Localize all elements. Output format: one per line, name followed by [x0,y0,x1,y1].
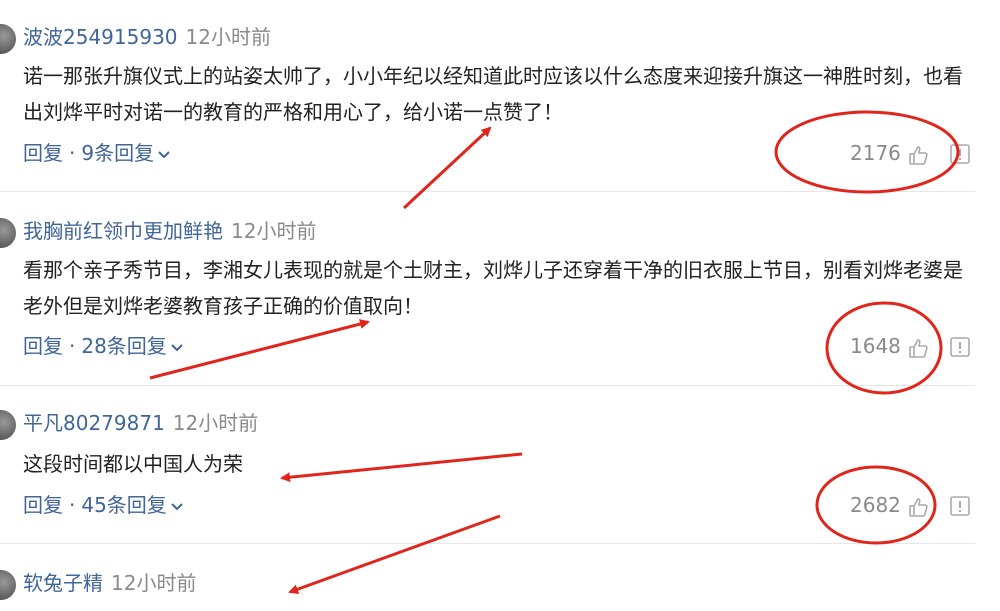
comment-text: 看那个亲子秀节目，李湘女儿表现的就是个土财主，刘烨儿子还穿着干净的旧衣服上节目，… [23,258,963,318]
view-replies-button[interactable]: 28条回复 [81,334,183,358]
thumbs-up-icon [909,145,928,165]
view-replies-button[interactable]: 45条回复 [81,493,183,517]
chevron-down-icon [171,502,183,510]
separator-dot: · [69,334,76,358]
avatar[interactable] [0,410,16,440]
avatar[interactable] [0,218,16,248]
separator-dot: · [69,493,76,517]
annotation-arrow [402,126,492,210]
separator-dot: · [69,141,76,165]
comment-text: 这段时间都以中国人为荣 [23,452,243,476]
timestamp: 12小时前 [231,219,317,243]
report-icon[interactable] [948,494,972,518]
chevron-down-icon [171,343,183,351]
reply-button[interactable]: 回复 [23,493,63,517]
replies-count: 45条回复 [81,493,167,517]
like-count: 2176 [850,141,901,165]
divider [0,191,975,192]
like-count: 2682 [850,493,901,517]
replies-count: 9条回复 [81,141,155,165]
thumbs-up-icon [909,338,928,358]
reply-button[interactable]: 回复 [23,141,63,165]
like-count: 1648 [850,334,901,358]
chevron-down-icon [158,150,170,158]
like-button[interactable]: 2682 [850,490,929,520]
like-button[interactable]: 1648 [850,331,929,361]
timestamp: 12小时前 [172,411,259,435]
avatar[interactable] [0,24,16,54]
username[interactable]: 我胸前红领巾更加鲜艳 [23,219,223,243]
replies-count: 28条回复 [81,334,167,358]
annotation-arrow [288,514,501,594]
avatar[interactable] [0,570,16,600]
report-icon[interactable] [948,335,972,359]
divider [0,543,975,544]
username[interactable]: 平凡80279871 [23,411,165,435]
username[interactable]: 软兔子精 [23,571,103,595]
timestamp: 12小时前 [185,25,271,49]
reply-button[interactable]: 回复 [23,334,63,358]
username[interactable]: 波波254915930 [23,25,178,49]
view-replies-button[interactable]: 9条回复 [81,141,170,165]
comment-text: 诺一那张升旗仪式上的站姿太帅了，小小年纪以经知道此时应该以什么态度来迎接升旗这一… [23,64,963,124]
report-icon[interactable] [948,142,972,166]
divider [0,385,975,386]
like-button[interactable]: 2176 [850,138,929,168]
timestamp: 12小时前 [111,571,197,595]
thumbs-up-icon [909,497,928,517]
